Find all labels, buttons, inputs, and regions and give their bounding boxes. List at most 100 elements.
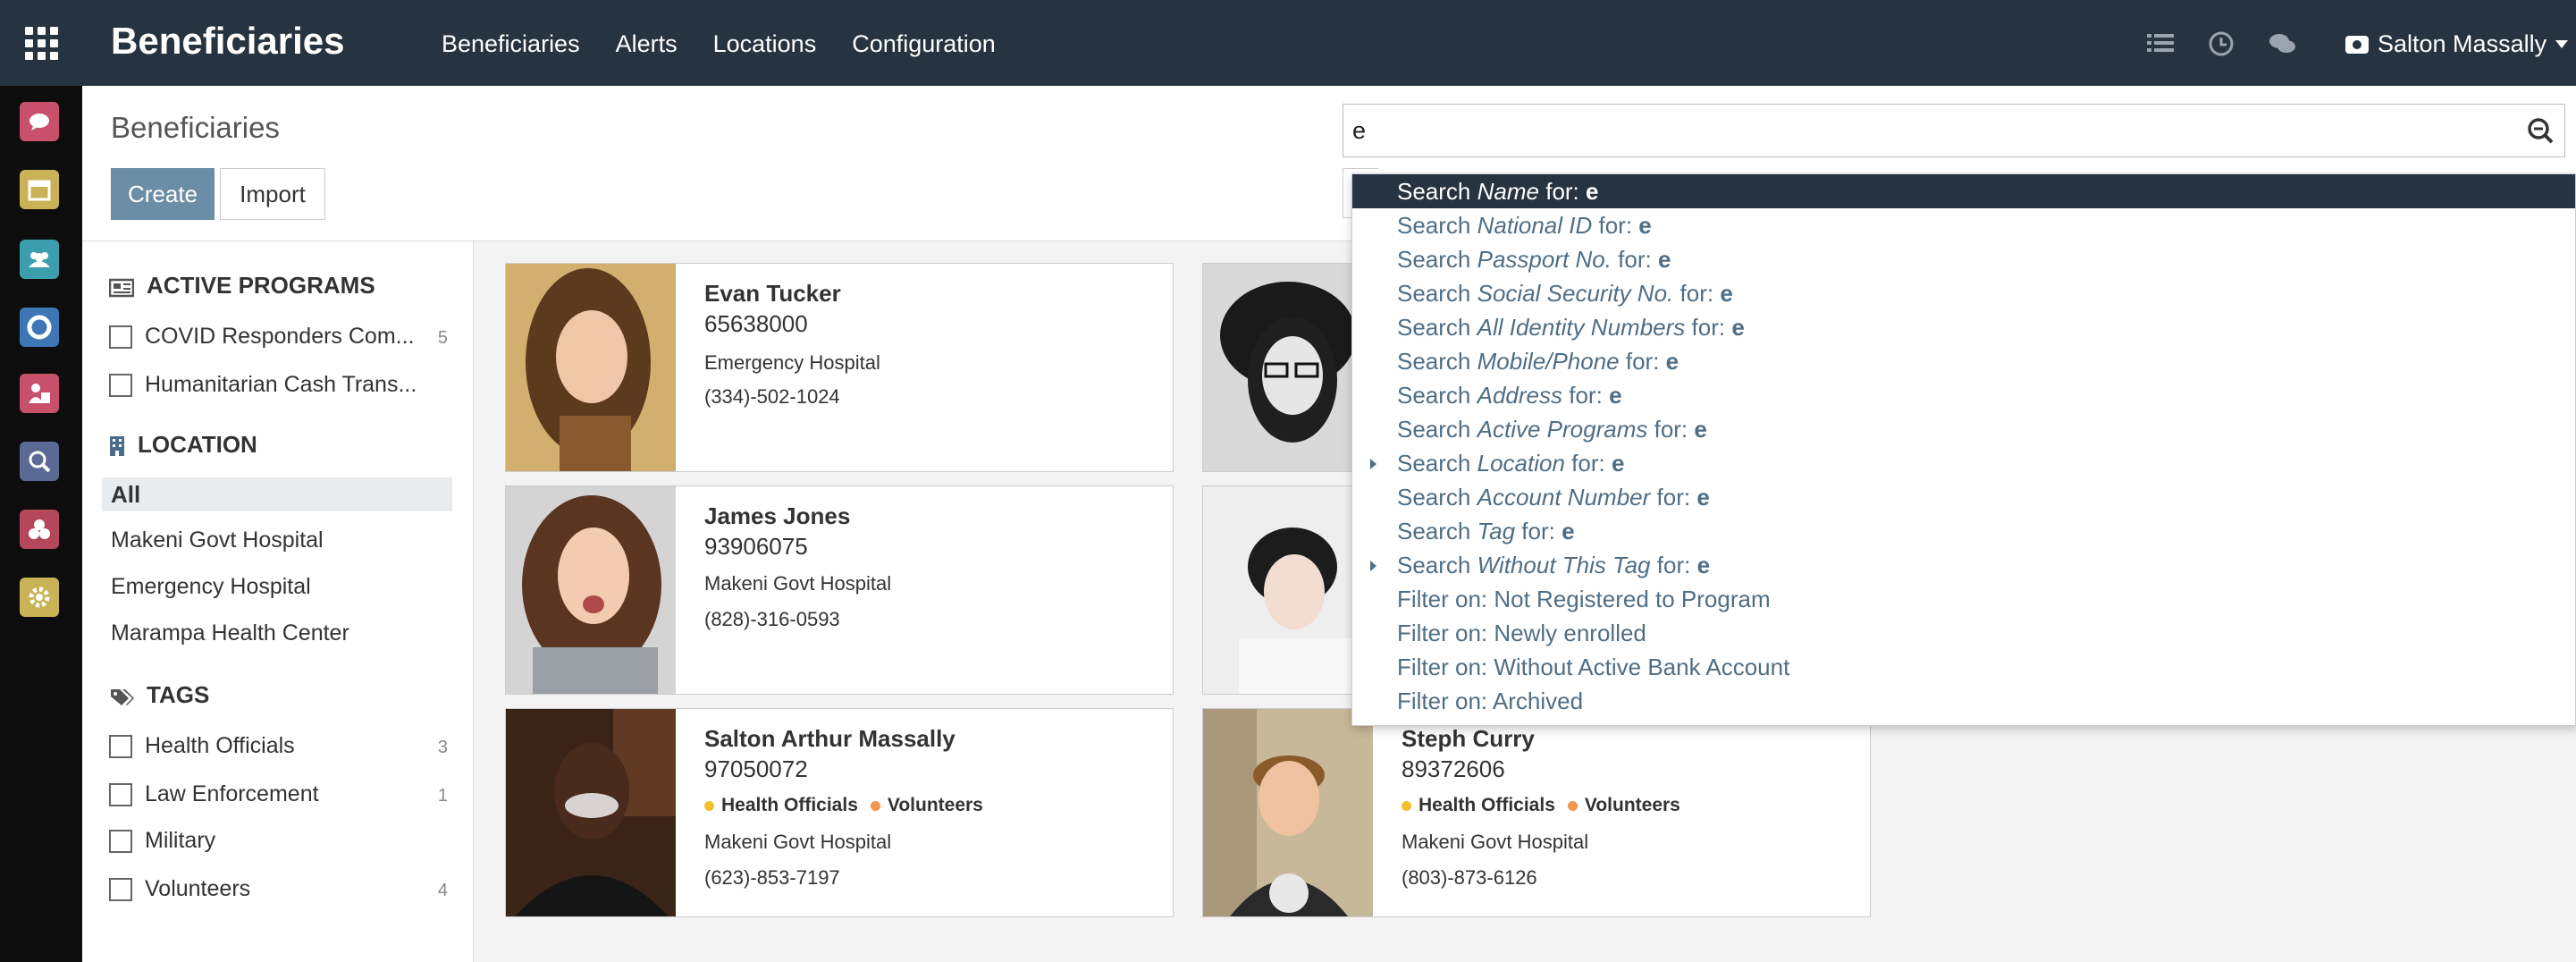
settings-app-icon[interactable] xyxy=(20,578,59,617)
user-menu[interactable]: Salton Massally xyxy=(2345,30,2569,58)
helpdesk-app-icon[interactable] xyxy=(20,308,59,347)
clock-icon[interactable] xyxy=(2206,29,2236,59)
beneficiary-location: Emergency Hospital xyxy=(704,351,880,374)
beneficiary-phone: (828)-316-0593 xyxy=(704,608,840,630)
chat-icon[interactable] xyxy=(2267,29,2297,59)
checkbox[interactable] xyxy=(109,734,132,758)
contacts-app-icon[interactable] xyxy=(20,240,59,279)
menu-alerts[interactable]: Alerts xyxy=(616,30,678,58)
beneficiary-number: 93906075 xyxy=(704,533,808,560)
list-view-icon[interactable] xyxy=(2145,29,2176,59)
beneficiary-name: Steph Curry xyxy=(1402,725,1535,752)
beneficiary-name: James Jones xyxy=(704,502,851,529)
avatar xyxy=(1203,709,1373,916)
beneficiary-location: Makeni Govt Hospital xyxy=(704,572,892,595)
search-option-name[interactable]: Search Name for: e xyxy=(1352,174,2575,208)
location-makeni[interactable]: Makeni Govt Hospital xyxy=(111,527,324,553)
top-navbar: Beneficiaries Beneficiaries Alerts Locat… xyxy=(0,0,2576,86)
search-panel: ACTIVE PROGRAMS COVID Responders Com... … xyxy=(82,241,474,962)
checkbox[interactable] xyxy=(109,877,132,901)
checkbox[interactable] xyxy=(109,325,132,349)
avatar xyxy=(506,486,676,694)
search-input-value: e xyxy=(1352,117,1367,144)
apps-menu-button[interactable] xyxy=(0,0,82,86)
search-option-national-id[interactable]: Search National ID for: e xyxy=(1352,208,2575,242)
grid-icon xyxy=(24,26,58,60)
menu-locations[interactable]: Locations xyxy=(713,30,817,58)
tag-label: Volunteers xyxy=(887,795,983,815)
newspaper-icon xyxy=(108,276,135,297)
tag-filter-health-officials[interactable]: Health Officials xyxy=(109,733,295,759)
active-programs-heading: ACTIVE PROGRAMS xyxy=(108,272,375,300)
import-button[interactable]: Import xyxy=(220,168,325,220)
location-emergency[interactable]: Emergency Hospital xyxy=(111,574,311,600)
app-sidebar xyxy=(0,86,82,962)
search-app-icon[interactable] xyxy=(20,442,59,481)
beneficiary-number: 97050072 xyxy=(704,755,808,782)
program-count: 5 xyxy=(437,328,448,348)
search-option-without-tag[interactable]: Search Without This Tag for: e xyxy=(1352,548,2575,582)
search-option-identity-numbers[interactable]: Search All Identity Numbers for: e xyxy=(1352,310,2575,344)
caret-down-icon xyxy=(2555,40,2569,48)
tag-label: Health Officials xyxy=(721,795,858,815)
page-title: Beneficiaries xyxy=(111,111,280,144)
search-option-account-number[interactable]: Search Account Number for: e xyxy=(1352,480,2575,514)
menu-beneficiaries[interactable]: Beneficiaries xyxy=(442,30,580,58)
filter-option-newly-enrolled[interactable]: Filter on: Newly enrolled xyxy=(1352,616,2575,650)
beneficiary-location: Makeni Govt Hospital xyxy=(704,831,892,853)
tags-icon xyxy=(109,686,134,705)
search-icon[interactable] xyxy=(2525,115,2555,146)
expand-arrow-icon[interactable] xyxy=(1370,459,1376,469)
tag-filter-law-enforcement[interactable]: Law Enforcement xyxy=(109,781,319,807)
filter-option-archived[interactable]: Filter on: Archived xyxy=(1352,684,2575,718)
search-option-ssn[interactable]: Search Social Security No. for: e xyxy=(1352,276,2575,310)
avatar xyxy=(1203,264,1373,471)
search-input[interactable]: e xyxy=(1343,104,2565,157)
menu-configuration[interactable]: Configuration xyxy=(852,30,996,58)
app-brand: Beneficiaries xyxy=(111,20,345,62)
calendar-app-icon[interactable] xyxy=(20,170,59,209)
location-heading: LOCATION xyxy=(109,431,257,459)
filter-option-not-registered[interactable]: Filter on: Not Registered to Program xyxy=(1352,582,2575,616)
tag-filter-volunteers[interactable]: Volunteers xyxy=(109,876,250,902)
beneficiary-card[interactable]: Steph Curry 89372606 Health Officials Vo… xyxy=(1202,708,1871,917)
beneficiary-number: 65638000 xyxy=(704,310,808,337)
checkbox[interactable] xyxy=(109,829,132,853)
program-filter-covid[interactable]: COVID Responders Com... xyxy=(109,324,415,350)
expand-arrow-icon[interactable] xyxy=(1370,561,1376,571)
beneficiary-card[interactable]: James Jones 93906075 Makeni Govt Hospita… xyxy=(505,485,1174,695)
search-option-active-programs[interactable]: Search Active Programs for: e xyxy=(1352,412,2575,446)
beneficiary-location: Makeni Govt Hospital xyxy=(1402,831,1589,853)
search-option-address[interactable]: Search Address for: e xyxy=(1352,378,2575,412)
search-autocomplete-dropdown: Search Name for: e Search National ID fo… xyxy=(1351,173,2576,726)
location-all[interactable]: All xyxy=(102,477,452,511)
beneficiary-name: Salton Arthur Massally xyxy=(704,725,955,752)
create-button[interactable]: Create xyxy=(111,168,215,220)
modules-app-icon[interactable] xyxy=(20,510,59,549)
beneficiary-app-icon[interactable] xyxy=(20,374,59,413)
checkbox[interactable] xyxy=(109,373,132,397)
filter-option-without-bank-account[interactable]: Filter on: Without Active Bank Account xyxy=(1352,650,2575,684)
main-menu: Beneficiaries Alerts Locations Configura… xyxy=(442,30,1031,58)
tag-color-dot xyxy=(870,800,880,811)
beneficiary-tags: Health Officials Volunteers xyxy=(1402,795,1680,816)
tag-filter-military[interactable]: Military xyxy=(109,828,215,854)
beneficiary-card[interactable]: Salton Arthur Massally 97050072 Health O… xyxy=(505,708,1174,917)
avatar xyxy=(1203,486,1373,694)
beneficiary-name: Evan Tucker xyxy=(704,280,841,307)
tag-color-dot xyxy=(704,800,714,811)
location-marampa[interactable]: Marampa Health Center xyxy=(111,620,349,646)
discuss-app-icon[interactable] xyxy=(20,102,59,141)
user-name: Salton Massally xyxy=(2378,30,2547,57)
beneficiary-phone: (803)-873-6126 xyxy=(1402,866,1537,889)
search-option-passport[interactable]: Search Passport No. for: e xyxy=(1352,242,2575,276)
tag-count: 3 xyxy=(437,738,448,757)
search-option-mobile[interactable]: Search Mobile/Phone for: e xyxy=(1352,344,2575,378)
beneficiary-card[interactable]: Evan Tucker 65638000 Emergency Hospital … xyxy=(505,263,1174,472)
beneficiary-phone: (334)-502-1024 xyxy=(704,385,840,408)
program-filter-humanitarian[interactable]: Humanitarian Cash Trans... xyxy=(109,372,417,398)
checkbox[interactable] xyxy=(109,782,132,806)
tags-heading: TAGS xyxy=(109,681,209,709)
search-option-location[interactable]: Search Location for: e xyxy=(1352,446,2575,480)
search-option-tag[interactable]: Search Tag for: e xyxy=(1352,514,2575,548)
